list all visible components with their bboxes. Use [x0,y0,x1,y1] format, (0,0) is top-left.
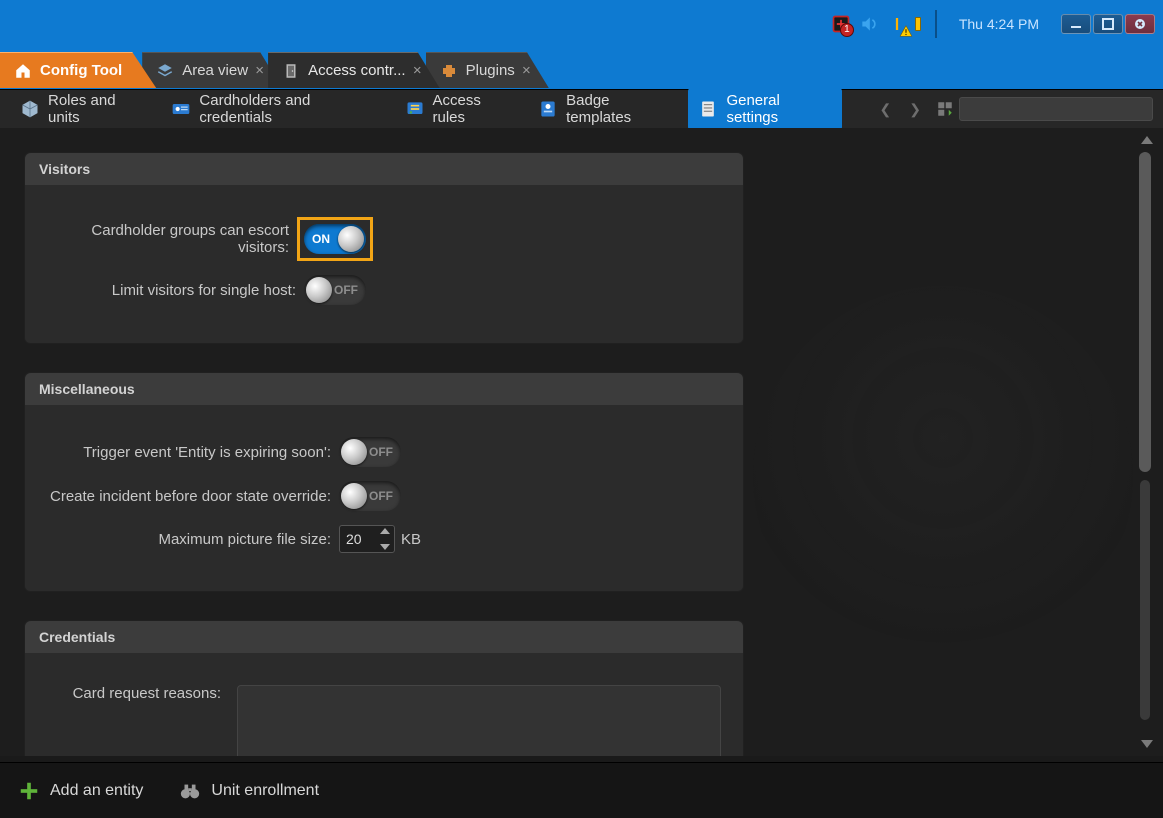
toggle-state-text: OFF [369,489,393,503]
trigger-event-label: Trigger event 'Entity is expiring soon': [39,444,339,461]
tab-label: Access contr... [308,62,406,79]
tab-label: Config Tool [40,62,122,79]
cube-icon [20,99,40,119]
footer-label: Unit enrollment [211,782,319,800]
limit-visitors-toggle[interactable]: OFF [304,275,366,305]
tab-plugins[interactable]: Plugins × [426,52,549,88]
shield-warning-icon[interactable] [887,14,907,34]
spinner-down-button[interactable] [380,544,390,550]
panel-header: Visitors [25,153,743,185]
max-picture-size-unit: KB [401,531,421,548]
unit-enrollment-button[interactable]: Unit enrollment [179,780,319,802]
medic-alert-icon[interactable]: 1 [831,14,851,34]
section-label: General settings [726,92,831,126]
spinner-up-button[interactable] [380,528,390,534]
nav-refresh-button[interactable] [935,99,955,119]
spinner-value: 20 [346,531,362,547]
section-general-settings[interactable]: General settings [688,88,841,130]
panel-miscellaneous: Miscellaneous Trigger event 'Entity is e… [24,372,744,592]
scroll-thumb[interactable] [1139,152,1151,472]
key-rules-icon [405,99,425,119]
section-cardholders[interactable]: Cardholders and credentials [161,88,390,130]
section-label: Badge templates [566,92,674,126]
alert-badge: 1 [840,23,854,37]
tab-strip: Config Tool Area view × Access contr... … [0,48,1163,88]
search-input[interactable] [959,97,1153,121]
section-roles-and-units[interactable]: Roles and units [10,88,157,130]
footer-label: Add an entity [50,782,143,800]
toggle-state-text: OFF [334,283,358,297]
toggle-state-text: OFF [369,445,393,459]
panel-credentials: Credentials Card request reasons: [24,620,744,756]
section-label: Cardholders and credentials [199,92,380,126]
footer-bar: Add an entity Unit enrollment [0,762,1163,818]
window-maximize-button[interactable] [1093,14,1123,34]
volume-icon[interactable] [859,14,879,34]
tab-config-tool[interactable]: Config Tool [0,52,156,88]
plus-icon [18,780,40,802]
section-toolbar: Roles and units Cardholders and credenti… [0,89,1163,129]
puzzle-icon [440,62,458,80]
panel-header: Credentials [25,621,743,653]
vertical-scrollbar[interactable] [1135,128,1163,756]
max-picture-size-label: Maximum picture file size: [39,531,339,548]
window-close-button[interactable] [1125,14,1155,34]
toggle-state-text: ON [312,232,330,246]
max-picture-size-input[interactable]: 20 [339,525,395,553]
add-entity-button[interactable]: Add an entity [18,780,143,802]
tab-close-button[interactable]: × [413,62,422,79]
layers-icon [156,62,174,80]
door-icon [282,62,300,80]
id-card-icon [171,99,191,119]
scroll-down-button[interactable] [1141,740,1153,748]
binoculars-icon [179,780,201,802]
highlight-frame: ON [297,217,373,261]
scroll-track [1140,480,1150,720]
badge-icon [538,99,558,119]
escort-visitors-toggle[interactable]: ON [304,224,366,254]
trigger-event-toggle[interactable]: OFF [339,437,401,467]
tab-close-button[interactable]: × [255,62,264,79]
nav-back-button[interactable]: ❮ [876,97,896,122]
level-indicator-icon [915,17,921,31]
panel-header: Miscellaneous [25,373,743,405]
content-area: Visitors Cardholder groups can escort vi… [0,128,1135,756]
section-badge-templates[interactable]: Badge templates [528,88,684,130]
clock-text: Thu 4:24 PM [947,16,1051,32]
section-access-rules[interactable]: Access rules [395,88,525,130]
titlebar: 1 Thu 4:24 PM [0,0,1163,48]
system-tray: 1 Thu 4:24 PM [817,0,1163,48]
card-request-reasons-label: Card request reasons: [39,685,229,702]
settings-sheet-icon [698,99,718,119]
nav-forward-button[interactable]: ❯ [905,97,925,122]
section-label: Access rules [433,92,515,126]
window-minimize-button[interactable] [1061,14,1091,34]
panel-visitors: Visitors Cardholder groups can escort vi… [24,152,744,344]
home-icon [14,62,32,80]
escort-visitors-label: Cardholder groups can escort visitors: [39,222,297,256]
create-incident-label: Create incident before door state overri… [39,488,339,505]
tab-area-view[interactable]: Area view × [142,52,282,88]
tab-label: Area view [182,62,248,79]
scroll-up-button[interactable] [1141,136,1153,144]
tab-access-control[interactable]: Access contr... × [268,52,440,88]
create-incident-toggle[interactable]: OFF [339,481,401,511]
tab-close-button[interactable]: × [522,62,531,79]
section-label: Roles and units [48,92,147,126]
limit-visitors-label: Limit visitors for single host: [39,282,304,299]
tab-label: Plugins [466,62,515,79]
card-request-reasons-input[interactable] [237,685,721,756]
